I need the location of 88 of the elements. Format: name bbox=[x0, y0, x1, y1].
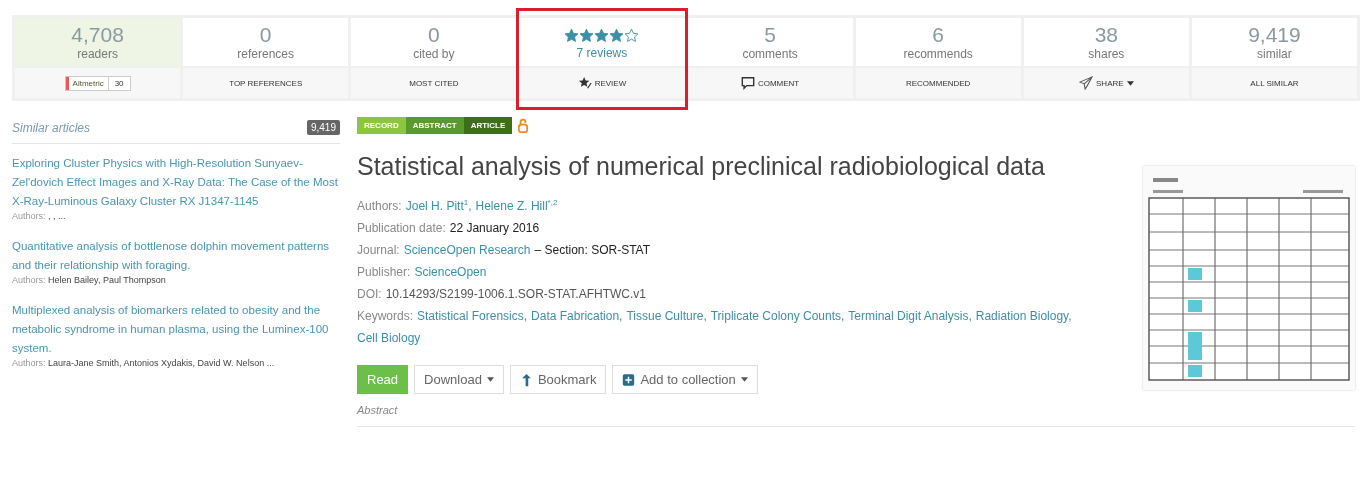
field-link[interactable]: Statistical Forensics, bbox=[417, 305, 528, 327]
metric-action[interactable]: COMMENT bbox=[687, 68, 853, 98]
action-label: COMMENT bbox=[757, 78, 800, 88]
metric-panel[interactable]: 5 comments bbox=[687, 18, 853, 66]
field-link[interactable]: Radiation Biology, bbox=[975, 305, 1072, 327]
field-label: Authors: bbox=[357, 198, 402, 215]
action-label: MOST CITED bbox=[409, 78, 459, 88]
metric-action[interactable]: TOP REFERENCES bbox=[183, 68, 349, 98]
field-link[interactable]: ScienceOpen bbox=[414, 261, 487, 283]
metric-panel[interactable]: 0 cited by bbox=[351, 18, 517, 66]
metric-panel[interactable]: 38 shares bbox=[1023, 18, 1189, 66]
star-filled-icon bbox=[564, 27, 580, 43]
article-authors: Authors: Laura-Jane Smith, Antonios Xydakis, David W. Nelson ... bbox=[12, 358, 276, 368]
metric-count: 0 bbox=[427, 23, 440, 47]
metric-label: similar bbox=[1257, 47, 1292, 61]
article-authors: Authors: Helen Bailey, Paul Thompson bbox=[12, 275, 167, 285]
altmetric-score: 30 bbox=[113, 77, 125, 90]
altmetric-logo: Altmetric bbox=[65, 76, 109, 90]
metric-label: comments bbox=[742, 47, 798, 61]
field-link[interactable]: Tissue Culture, bbox=[626, 305, 707, 327]
altmetric-badge[interactable]: Altmetric 30 bbox=[64, 75, 131, 91]
article-title: Statistical analysis of numerical preclinical radiobiological data bbox=[357, 152, 1046, 181]
paper-plane-icon bbox=[1079, 76, 1094, 90]
section-heading: Abstract bbox=[357, 404, 1355, 427]
star-pen-icon bbox=[577, 76, 592, 90]
download-button[interactable]: Download bbox=[414, 365, 504, 394]
metric-action[interactable]: Altmetric 30 bbox=[15, 68, 181, 98]
article-link[interactable]: Quantitative analysis of bottlenose dolphin movement patterns and their relationship with foraging. bbox=[12, 237, 340, 275]
metric-count: 4,708 bbox=[71, 23, 124, 47]
field-value: 22 January 2016 bbox=[449, 220, 540, 237]
metric-label: references bbox=[237, 47, 295, 61]
metric-count: 5 bbox=[764, 23, 776, 47]
metric-action[interactable]: RECOMMENDED bbox=[855, 68, 1021, 98]
metric-label: shares bbox=[1088, 47, 1125, 61]
metric-panel[interactable]: 0 references bbox=[183, 18, 349, 66]
metric-label: recommends bbox=[903, 47, 973, 61]
field-value: – Section: SOR-STAT bbox=[534, 242, 651, 259]
field-link[interactable]: Helene Z. Hill$^{*,2}$ bbox=[475, 195, 558, 217]
caret-icon bbox=[486, 377, 494, 382]
metric-action[interactable]: ALL SIMILAR bbox=[1191, 68, 1357, 98]
metric-count: 9,419 bbox=[1248, 23, 1301, 47]
article-authors: Authors: , , ... bbox=[12, 211, 67, 221]
field-link[interactable]: Cell Biology bbox=[357, 327, 421, 349]
metric-panel[interactable]: 9,419 similar bbox=[1191, 18, 1357, 66]
type-tag: ABSTRACT bbox=[405, 117, 464, 134]
field-link[interactable]: Data Fabrication, bbox=[531, 305, 623, 327]
bookmark-button[interactable]: Bookmark bbox=[509, 365, 607, 394]
article-link[interactable]: Exploring Cluster Physics with High-Resolution Sunyaev-Zel'dovich Effect Images and X-Ray Data: The Case of the Most X-Ray-Luminous Galaxy Cluster RX J1347-1145 bbox=[12, 154, 340, 211]
metric-count: 38 bbox=[1094, 23, 1118, 47]
add-box-icon bbox=[622, 372, 636, 387]
metric-panel[interactable]: 6 recommends bbox=[855, 18, 1021, 66]
field-label: Journal: bbox=[357, 242, 400, 259]
type-tag: ARTICLE bbox=[463, 117, 513, 134]
metric-count: 0 bbox=[259, 23, 272, 47]
metric-panel[interactable]: 7 reviews bbox=[519, 18, 685, 66]
field-value: 10.14293/S2199-1006.1.SOR-STAT.AFHTWC.v1 bbox=[385, 286, 646, 303]
star-filled-icon bbox=[609, 27, 625, 43]
metric-count: 6 bbox=[932, 23, 945, 47]
comment-icon bbox=[740, 76, 755, 90]
star-filled-icon bbox=[594, 27, 610, 43]
field-link[interactable]: ScienceOpen Research bbox=[403, 239, 531, 261]
metric-action[interactable]: SHARE bbox=[1023, 68, 1189, 98]
action-label: TOP REFERENCES bbox=[229, 78, 303, 88]
action-label: RECOMMENDED bbox=[905, 78, 971, 88]
metric-label: 7 reviews bbox=[576, 46, 628, 60]
field-label: Publication date: bbox=[357, 220, 446, 237]
collection-button[interactable]: Add to collection bbox=[612, 365, 758, 394]
action-label: SHARE bbox=[1096, 78, 1124, 88]
metric-panel[interactable]: 4,708 readers bbox=[15, 18, 181, 66]
field-link[interactable]: Triplicate Colony Counts, bbox=[710, 305, 845, 327]
metric-action[interactable]: MOST CITED bbox=[351, 68, 517, 98]
field-label: DOI: bbox=[357, 286, 382, 303]
field-link[interactable]: Terminal Digit Analysis, bbox=[848, 305, 972, 327]
star-filled-icon bbox=[579, 27, 595, 43]
field-label: Keywords: bbox=[357, 308, 414, 325]
field-link[interactable]: Joel H. Pitt$^{1}$, bbox=[405, 195, 472, 217]
type-tag: RECORD bbox=[357, 117, 406, 134]
sidebar-title: Similar articles bbox=[12, 120, 90, 135]
metric-label: readers bbox=[77, 47, 118, 61]
metric-label: cited by bbox=[413, 47, 455, 61]
action-label: ALL SIMILAR bbox=[1250, 78, 1299, 88]
article-link[interactable]: Multiplexed analysis of biomarkers related to obesity and the metabolic syndrome in human plasma, using the Luminex-100 system. bbox=[12, 301, 340, 358]
caret-icon bbox=[1126, 80, 1134, 86]
count-badge: 9,419 bbox=[306, 120, 340, 135]
metric-action[interactable]: REVIEW bbox=[519, 68, 685, 98]
caret-icon bbox=[740, 377, 748, 382]
action-label: REVIEW bbox=[594, 78, 627, 88]
field-label: Publisher: bbox=[357, 264, 411, 281]
